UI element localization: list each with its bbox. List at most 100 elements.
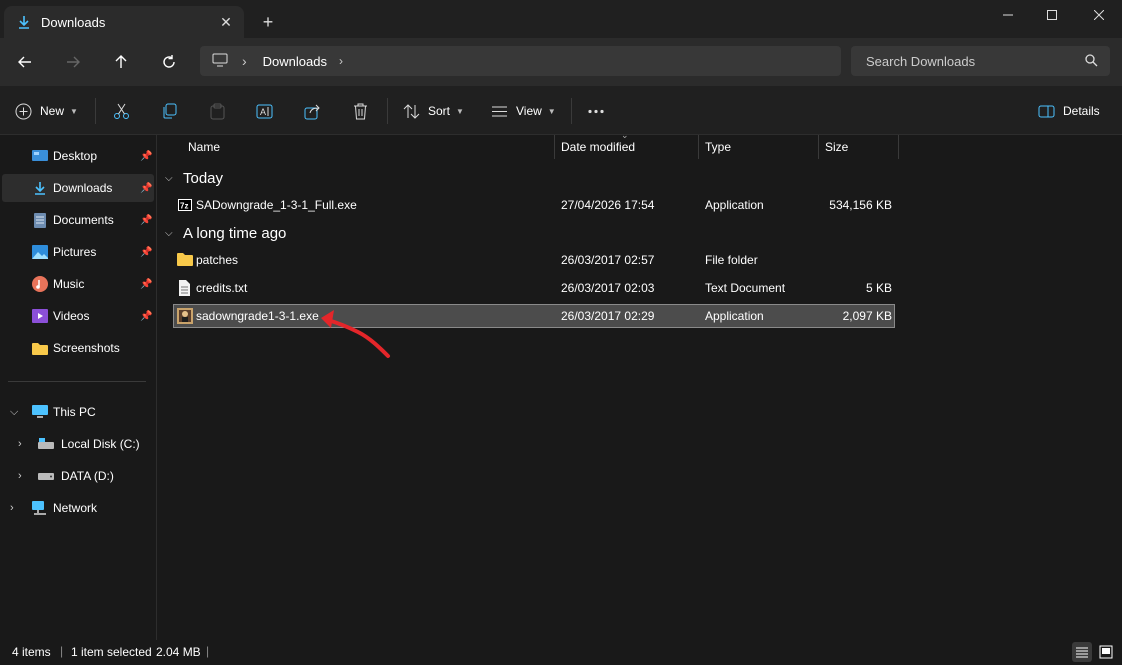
forward-arrow-icon[interactable]: [63, 52, 83, 72]
file-row-selected[interactable]: sadowngrade1-3-1.exe 26/03/2017 02:29 Ap…: [173, 304, 895, 328]
column-header-type[interactable]: Type: [705, 135, 731, 159]
sidebar-item-downloads[interactable]: Downloads 📌: [2, 174, 154, 202]
file-list: ⌄ Name Date modified Type Size ⌵ Today 7…: [157, 130, 1122, 640]
new-button[interactable]: New ▼: [15, 100, 78, 122]
file-row[interactable]: credits.txt 26/03/2017 02:03 Text Docume…: [173, 276, 895, 300]
sidebar-item-screenshots[interactable]: Screenshots: [0, 334, 156, 362]
more-options-icon[interactable]: [587, 100, 605, 122]
pin-icon[interactable]: 📌: [140, 183, 152, 194]
7z-icon: 7z: [177, 197, 193, 213]
sidebar-divider: [8, 381, 146, 382]
share-button[interactable]: [304, 100, 321, 122]
desktop-icon: [32, 148, 48, 164]
divider: [387, 98, 388, 124]
chevron-right-icon[interactable]: ›: [339, 54, 343, 68]
file-date: 26/03/2017 02:57: [561, 253, 655, 267]
tiles-view-button[interactable]: [1096, 642, 1116, 662]
details-pane-button[interactable]: Details: [1038, 100, 1100, 122]
group-header-long-ago[interactable]: ⌵ A long time ago: [165, 222, 286, 244]
sidebar-item-label: Network: [53, 501, 98, 515]
back-arrow-icon[interactable]: [15, 52, 35, 72]
column-header-name[interactable]: Name: [188, 135, 220, 159]
sidebar-item-label: Downloads: [53, 181, 113, 195]
column-divider[interactable]: [818, 135, 819, 159]
delete-button[interactable]: [352, 100, 369, 122]
sidebar-item-this-pc[interactable]: ⌵ This PC: [0, 398, 156, 426]
minimize-button[interactable]: [985, 0, 1031, 30]
sidebar-item-videos[interactable]: Videos 📌: [0, 302, 156, 330]
plus-circle-icon: [15, 103, 32, 119]
chevron-right-icon[interactable]: ›: [10, 502, 14, 514]
this-pc-icon: [32, 404, 48, 420]
sidebar-item-pictures[interactable]: Pictures 📌: [0, 238, 156, 266]
pin-icon[interactable]: 📌: [140, 215, 152, 226]
sort-label: Sort: [428, 104, 451, 118]
file-type: Text Document: [705, 281, 786, 295]
status-divider: |: [60, 644, 64, 658]
chevron-right-icon[interactable]: ›: [242, 53, 247, 69]
chevron-down-icon[interactable]: ⌵: [165, 228, 177, 239]
close-window-button[interactable]: [1076, 0, 1122, 30]
column-divider[interactable]: [554, 135, 555, 159]
paste-button[interactable]: [209, 100, 226, 122]
chevron-down-icon[interactable]: ⌵: [10, 406, 18, 419]
chevron-down-icon: ▼: [70, 106, 78, 116]
details-label: Details: [1063, 104, 1100, 118]
refresh-icon[interactable]: [159, 52, 179, 72]
column-header-size[interactable]: Size: [825, 135, 848, 159]
address-bar[interactable]: › Downloads ›: [200, 46, 841, 76]
clipboard-icon: [210, 103, 225, 119]
navigation-bar: › Downloads ›: [0, 38, 1122, 86]
group-header-today[interactable]: ⌵ Today: [165, 167, 223, 189]
svg-text:7z: 7z: [180, 202, 188, 211]
column-header-date[interactable]: Date modified: [561, 135, 635, 159]
file-size: 5 KB: [865, 281, 892, 295]
column-divider[interactable]: [898, 135, 899, 159]
file-name: SADowngrade_1-3-1_Full.exe: [196, 198, 357, 212]
documents-icon: [32, 212, 48, 228]
sidebar-item-label: This PC: [53, 405, 96, 419]
sidebar-item-music[interactable]: Music 📌: [0, 270, 156, 298]
download-icon: [16, 14, 32, 30]
sort-icon: [403, 103, 420, 119]
group-title: A long time ago: [183, 224, 287, 242]
sidebar-item-documents[interactable]: Documents 📌: [0, 206, 156, 234]
view-button[interactable]: View ▼: [491, 100, 556, 122]
status-bar: 4 items | 1 item selected 2.04 MB |: [0, 640, 1122, 665]
close-tab-icon[interactable]: ✕: [218, 14, 234, 30]
file-type: File folder: [705, 253, 758, 267]
sidebar-item-data-drive[interactable]: › DATA (D:): [0, 462, 156, 490]
sidebar-item-label: DATA (D:): [61, 469, 114, 483]
maximize-button[interactable]: [1029, 0, 1075, 30]
sidebar-item-network[interactable]: › Network: [0, 494, 156, 522]
cut-button[interactable]: [113, 100, 130, 122]
chevron-right-icon[interactable]: ›: [18, 438, 22, 450]
new-tab-button[interactable]: +: [258, 12, 278, 32]
tiles-view-icon: [1099, 645, 1113, 659]
pin-icon[interactable]: 📌: [140, 311, 152, 322]
file-size: 2,097 KB: [842, 309, 892, 323]
column-divider[interactable]: [698, 135, 699, 159]
pin-icon[interactable]: 📌: [140, 247, 152, 258]
sidebar-item-desktop[interactable]: Desktop 📌: [0, 142, 156, 170]
divider: [95, 98, 96, 124]
chevron-right-icon[interactable]: ›: [18, 470, 22, 482]
rename-button[interactable]: A: [256, 100, 273, 122]
chevron-down-icon[interactable]: ⌵: [165, 173, 177, 184]
search-input[interactable]: [864, 52, 1078, 70]
pin-icon[interactable]: 📌: [140, 279, 152, 290]
tab-downloads[interactable]: Downloads ✕: [4, 6, 244, 38]
rename-icon: A: [256, 104, 273, 118]
sort-button[interactable]: Sort ▼: [403, 100, 464, 122]
sidebar-item-local-disk[interactable]: › Local Disk (C:): [0, 430, 156, 458]
details-view-button[interactable]: [1072, 642, 1092, 662]
file-row[interactable]: 7z SADowngrade_1-3-1_Full.exe 27/04/2026…: [173, 193, 895, 217]
breadcrumb-downloads[interactable]: Downloads: [263, 54, 327, 69]
search-box[interactable]: [851, 46, 1110, 76]
divider: [571, 98, 572, 124]
file-row[interactable]: patches 26/03/2017 02:57 File folder: [173, 248, 895, 272]
up-arrow-icon[interactable]: [111, 52, 131, 72]
search-icon[interactable]: [1085, 54, 1098, 70]
copy-button[interactable]: [161, 100, 178, 122]
pin-icon[interactable]: 📌: [140, 151, 152, 162]
